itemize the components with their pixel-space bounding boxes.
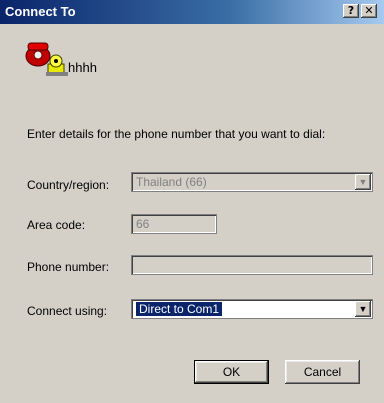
cancel-button[interactable]: Cancel <box>285 360 360 384</box>
connection-name: hhhh <box>68 60 97 75</box>
phone-icon <box>25 42 68 76</box>
country-select: Thailand (66) ▼ <box>131 172 373 192</box>
chevron-down-icon[interactable]: ▼ <box>355 301 371 317</box>
help-button[interactable]: ? <box>343 4 359 18</box>
area-code-field: 66 <box>131 214 217 234</box>
ok-button[interactable]: OK <box>194 360 269 384</box>
phone-number-field <box>131 255 373 275</box>
window-title: Connect To <box>5 4 76 19</box>
chevron-down-icon: ▼ <box>355 174 371 190</box>
country-label: Country/region: <box>27 178 110 192</box>
connect-using-select[interactable]: Direct to Com1 ▼ <box>131 299 373 319</box>
connect-to-dialog: Connect To ? ✕ hhhh Enter details for th… <box>0 0 384 403</box>
area-code-label: Area code: <box>27 218 86 232</box>
instructions-text: Enter details for the phone number that … <box>27 127 326 141</box>
country-value: Thailand (66) <box>136 175 207 189</box>
title-bar[interactable]: Connect To ? ✕ <box>0 0 384 24</box>
close-button[interactable]: ✕ <box>361 4 377 18</box>
area-code-value: 66 <box>136 217 150 231</box>
connect-using-value: Direct to Com1 <box>136 302 223 316</box>
phone-number-label: Phone number: <box>27 260 110 274</box>
connect-using-label: Connect using: <box>27 304 108 318</box>
